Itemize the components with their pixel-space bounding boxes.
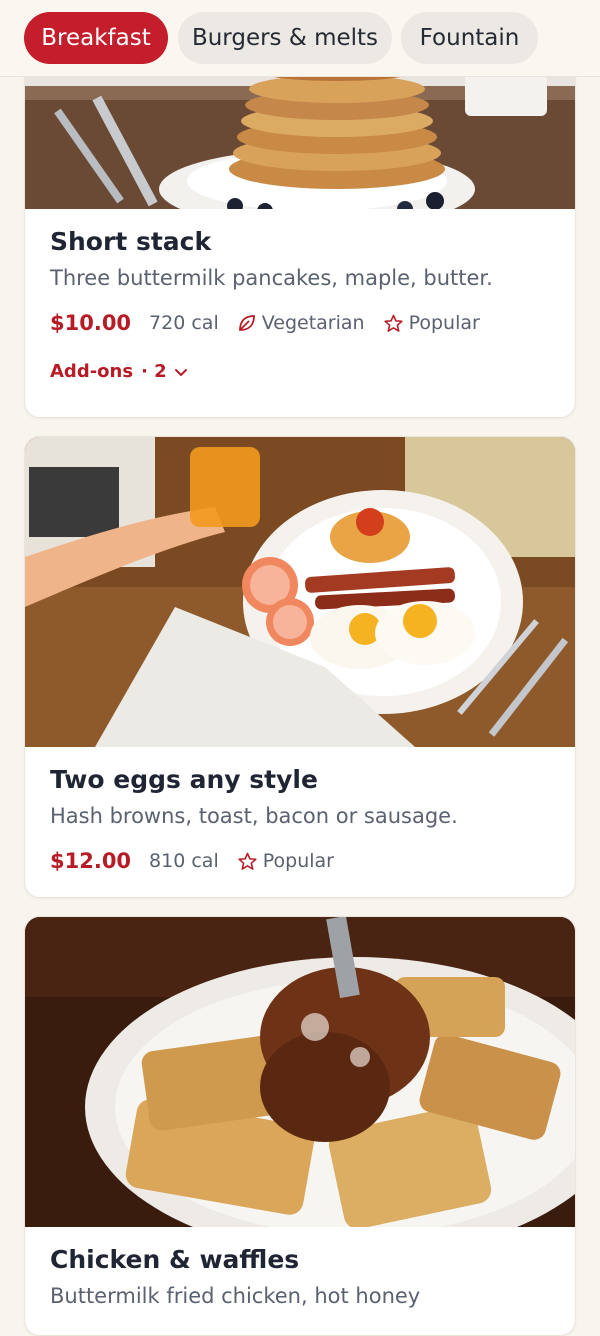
item-description: Three buttermilk pancakes, maple, butter…: [50, 266, 493, 290]
menu-item-card[interactable]: Short stack Three buttermilk pancakes, m…: [24, 40, 576, 418]
star-icon: [238, 852, 257, 870]
tag-label: Vegetarian: [261, 312, 365, 334]
tag-label: Popular: [262, 850, 334, 872]
item-description: Hash browns, toast, bacon or sausage.: [50, 804, 458, 828]
tab-breakfast[interactable]: Breakfast: [24, 12, 168, 64]
item-description: Buttermilk fried chicken, hot honey: [50, 1284, 421, 1308]
tag-label: Popular: [408, 312, 480, 334]
item-name: Chicken & waffles: [50, 1245, 300, 1274]
item-calories: 720 cal: [149, 312, 219, 334]
eggs-breakfast-photo: [25, 437, 575, 747]
tab-fountain[interactable]: Fountain: [401, 12, 538, 64]
menu-item-card[interactable]: Two eggs any style Hash browns, toast, b…: [24, 436, 576, 898]
item-meta: $12.00 810 cal Popular: [50, 846, 352, 876]
item-name: Short stack: [50, 227, 212, 256]
item-price: $12.00: [50, 849, 132, 873]
category-tab-bar: Breakfast Burgers & melts Fountain: [0, 0, 600, 77]
addons-count: · 2: [141, 361, 167, 382]
tag-popular: Popular: [237, 850, 334, 872]
leaf-icon: [238, 315, 255, 331]
chevron-down-icon: [174, 368, 187, 376]
chicken-waffles-photo: [25, 917, 575, 1227]
item-meta: $10.00 720 cal Vegetarian Popular: [50, 308, 498, 338]
tag-popular: Popular: [383, 312, 480, 334]
item-name: Two eggs any style: [50, 765, 318, 794]
tab-burgers-melts[interactable]: Burgers & melts: [178, 12, 392, 64]
item-price: $10.00: [50, 311, 132, 335]
addons-toggle[interactable]: Add-ons · 2: [50, 361, 189, 382]
item-calories: 810 cal: [149, 850, 219, 872]
menu-item-card[interactable]: Chicken & waffles Buttermilk fried chick…: [24, 916, 576, 1336]
star-icon: [383, 314, 403, 332]
addons-label: Add-ons: [50, 361, 134, 382]
tag-vegetarian: Vegetarian: [237, 312, 365, 334]
